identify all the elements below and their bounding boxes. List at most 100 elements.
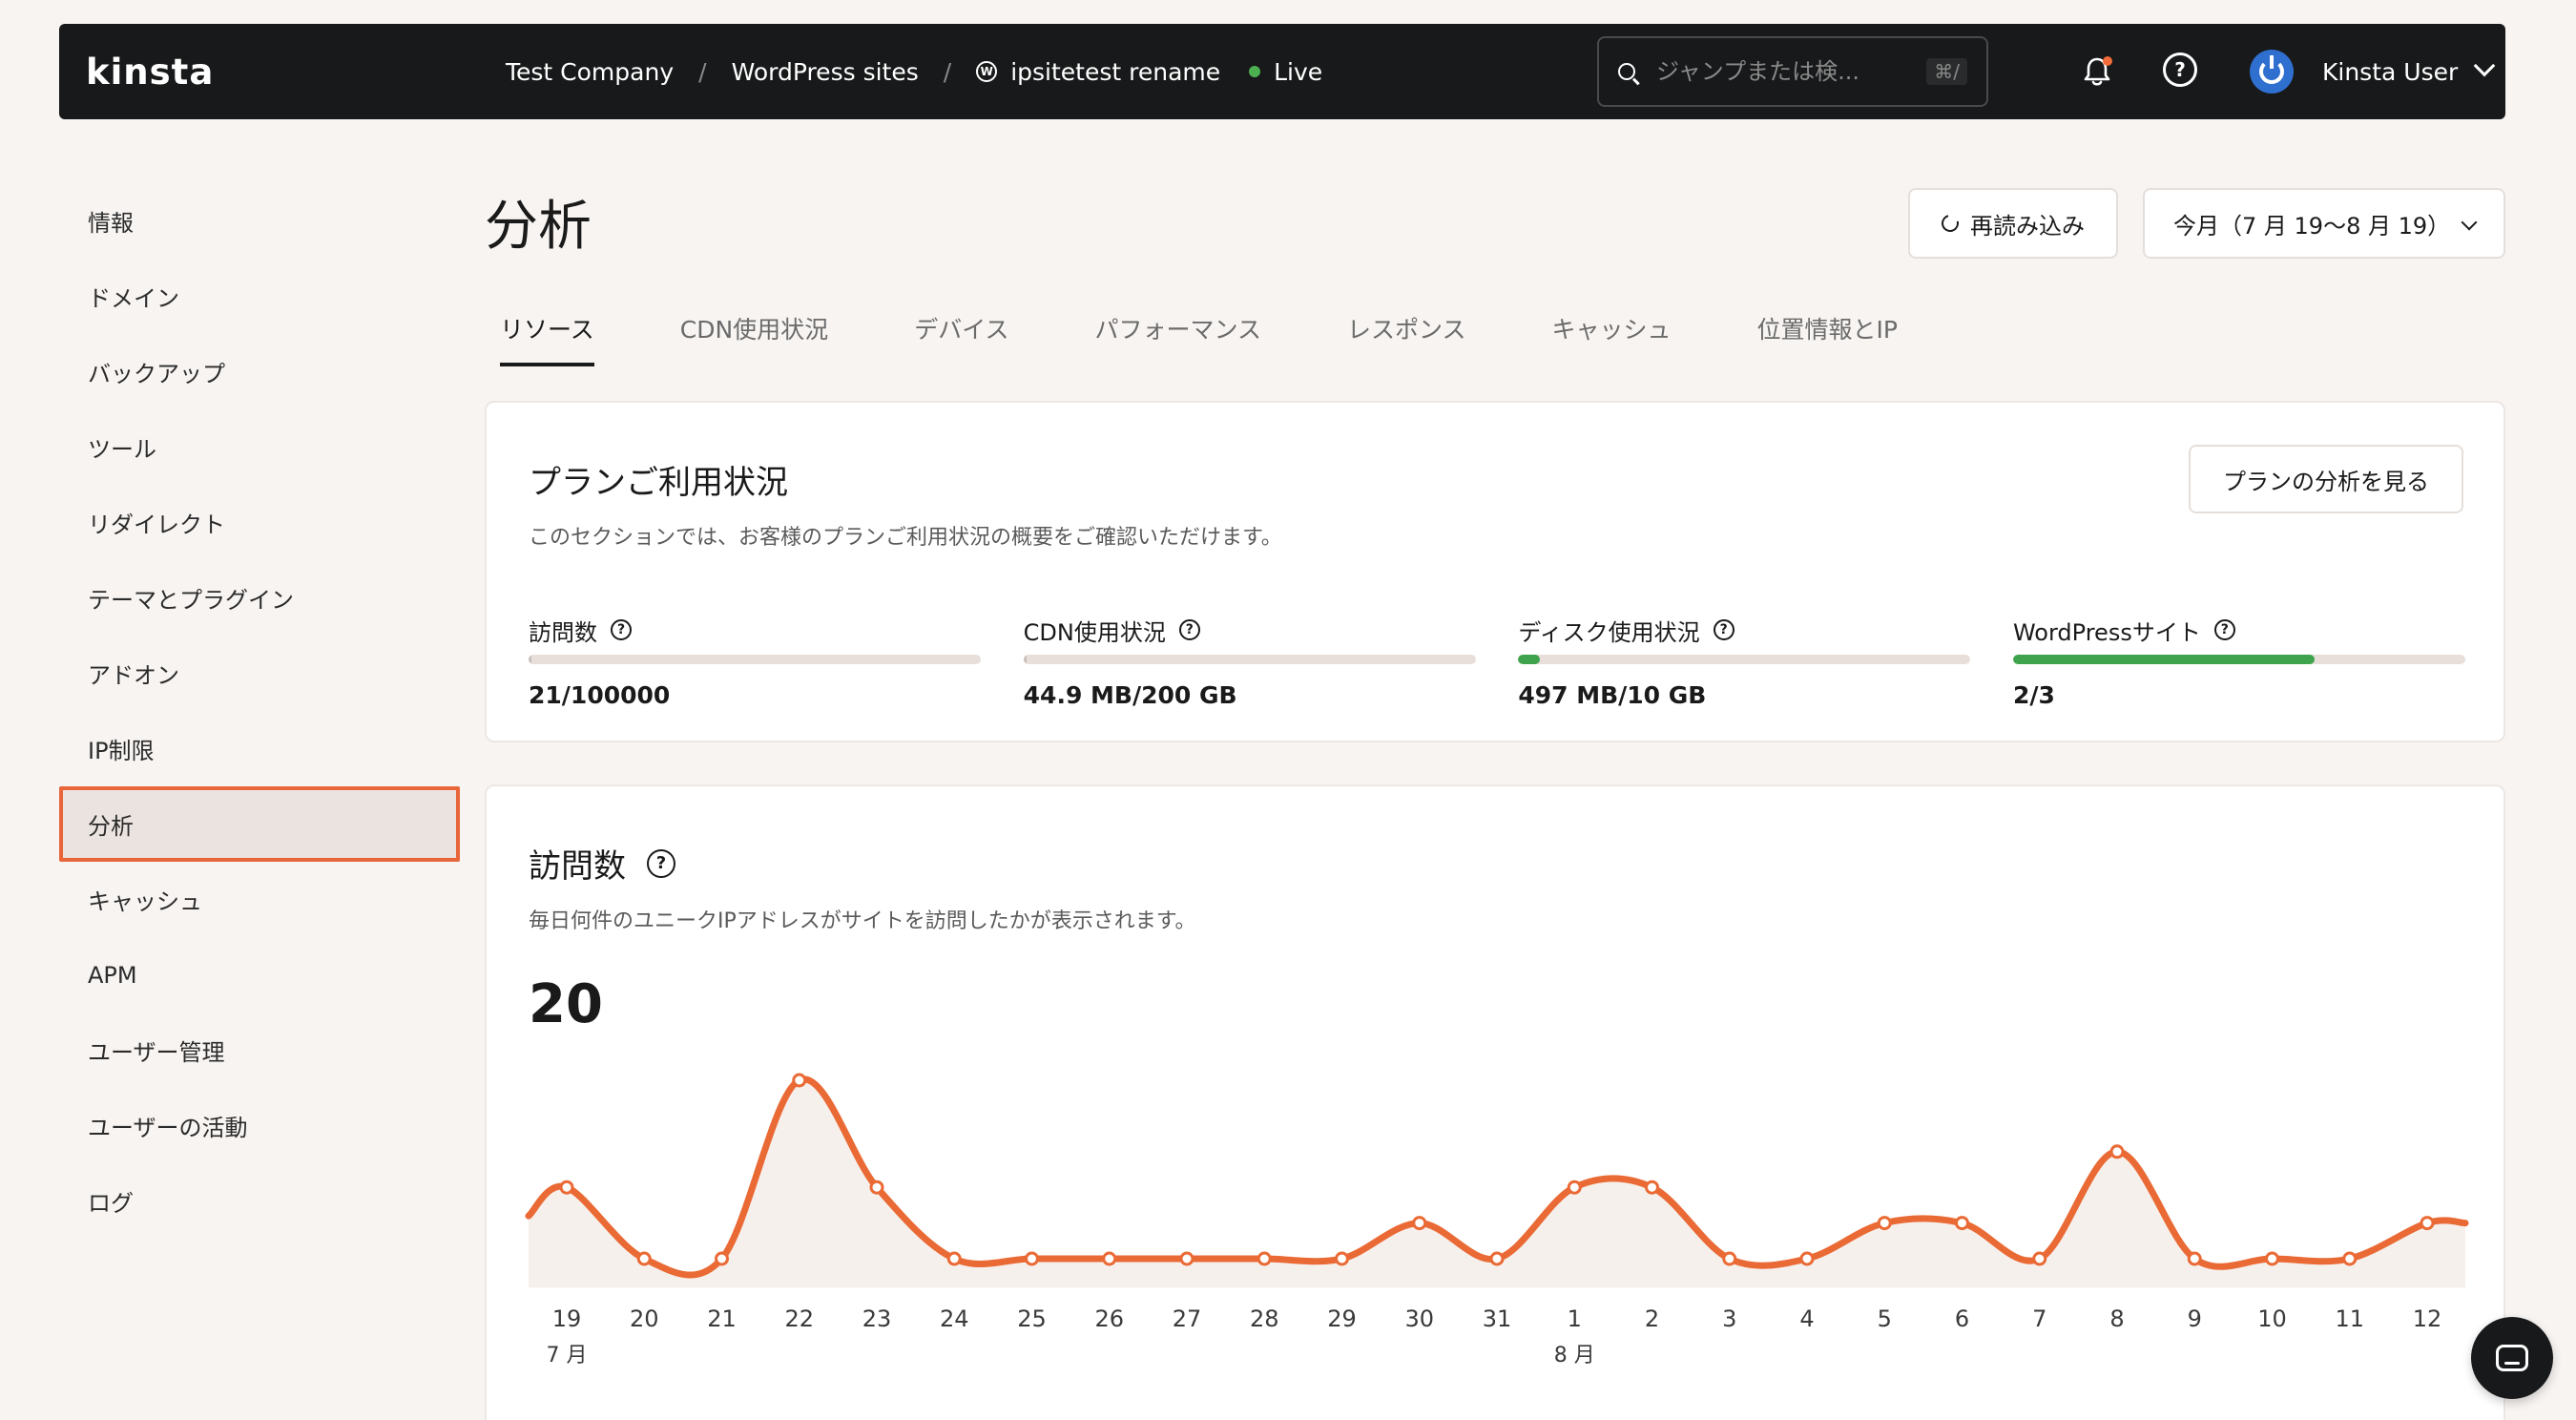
help-icon[interactable]: ? — [611, 619, 632, 640]
sidebar-item-redirects[interactable]: リダイレクト — [59, 485, 460, 560]
chart-data-point[interactable] — [1722, 1251, 1737, 1266]
search-shortcut-hint: ⌘/ — [1926, 58, 1967, 85]
wordpress-icon: W — [976, 61, 998, 82]
metric-value: 44.9 MB/200 GB — [1023, 681, 1237, 709]
tab-devices[interactable]: デバイス — [899, 303, 1024, 361]
metric-label: WordPressサイト — [2012, 618, 2201, 646]
reload-button[interactable]: 再読み込み — [1908, 188, 2118, 259]
breadcrumb-site[interactable]: ipsitetest rename — [1010, 58, 1220, 86]
x-tick-label: 30 — [1404, 1305, 1434, 1332]
chart-data-point[interactable] — [715, 1251, 729, 1266]
metric-visits: 訪問数 ? 21/100000 — [529, 611, 981, 709]
chart-data-point[interactable] — [869, 1180, 884, 1195]
metric-label: CDN使用状況 — [1023, 618, 1166, 646]
chart-data-point[interactable] — [1025, 1251, 1039, 1266]
help-icon[interactable]: ? — [647, 848, 675, 878]
avatar[interactable] — [2250, 50, 2294, 94]
chart-data-point[interactable] — [2109, 1144, 2125, 1159]
sidebar-item-themes-plugins[interactable]: テーマとプラグイン — [59, 560, 460, 636]
tab-cdn-usage[interactable]: CDN使用状況 — [665, 303, 843, 361]
chart-data-point[interactable] — [636, 1251, 652, 1266]
chart-data-point[interactable] — [1257, 1251, 1272, 1266]
breadcrumb: Test Company / WordPress sites / W ipsit… — [506, 24, 1322, 119]
visits-description: 毎日何件のユニークIPアドレスがサイトを訪問したかが表示されます。 — [529, 909, 1196, 933]
search-input[interactable] — [1656, 58, 1895, 85]
chart-data-point[interactable] — [1179, 1251, 1195, 1266]
reload-button-label: 再読み込み — [1970, 212, 2085, 240]
view-plan-analytics-button[interactable]: プランの分析を見る — [2189, 445, 2463, 513]
metric-label: 訪問数 — [529, 618, 597, 646]
chart-data-point[interactable] — [1567, 1180, 1582, 1195]
search-icon — [1618, 63, 1635, 80]
chart-data-point[interactable] — [2265, 1251, 2279, 1266]
x-tick-label: 1 — [1568, 1305, 1582, 1332]
sidebar-item-cache[interactable]: キャッシュ — [59, 862, 460, 937]
user-menu-name[interactable]: Kinsta User — [2322, 24, 2458, 119]
sidebar-item-info[interactable]: 情報 — [59, 183, 460, 259]
chart-data-point[interactable] — [1645, 1180, 1659, 1195]
chart-data-point[interactable] — [1412, 1216, 1427, 1231]
progress-bar — [1518, 655, 1971, 664]
chart-data-point[interactable] — [1489, 1251, 1505, 1266]
date-range-label: 今月（7 月 19〜8 月 19） — [2173, 212, 2451, 240]
tab-performance[interactable]: パフォーマンス — [1079, 303, 1277, 361]
sidebar-item-user-activity[interactable]: ユーザーの活動 — [59, 1088, 460, 1163]
chart-data-point[interactable] — [1955, 1216, 1969, 1231]
x-tick-label: 7 — [2032, 1305, 2046, 1332]
breadcrumb-wordpress-sites[interactable]: WordPress sites — [732, 58, 919, 86]
visits-card: 訪問数 ? 毎日何件のユニークIPアドレスがサイトを訪問したかが表示されます。 … — [485, 784, 2505, 1420]
search-box[interactable]: ⌘/ — [1597, 36, 1988, 107]
metric-cdn-usage: CDN使用状況 ? 44.9 MB/200 GB — [1023, 611, 1476, 709]
x-tick-label: 29 — [1327, 1305, 1357, 1332]
sidebar-item-backups[interactable]: バックアップ — [59, 334, 460, 409]
reload-icon — [1938, 211, 1963, 236]
x-tick-label: 10 — [2257, 1305, 2287, 1332]
top-navigation-bar: kinsta Test Company / WordPress sites / … — [59, 24, 2505, 119]
chart-data-point[interactable] — [559, 1180, 574, 1195]
breadcrumb-separator: / — [698, 57, 707, 86]
help-icon[interactable]: ? — [1178, 619, 1200, 640]
chart-data-point[interactable] — [792, 1073, 807, 1088]
chart-data-point[interactable] — [2342, 1251, 2358, 1266]
breadcrumb-company[interactable]: Test Company — [506, 58, 674, 86]
help-icon[interactable]: ? — [2213, 619, 2235, 640]
plan-usage-metrics: 訪問数 ? 21/100000 CDN使用状況 ? 44.9 MB/200 GB… — [529, 611, 2465, 709]
visits-title: 訪問数 — [529, 847, 626, 886]
chart-data-point[interactable] — [1335, 1251, 1349, 1266]
chart-data-point[interactable] — [1799, 1251, 1815, 1266]
help-icon[interactable]: ? — [1713, 619, 1735, 640]
tab-resources[interactable]: リソース — [485, 303, 610, 366]
sidebar-item-ip-deny[interactable]: IP制限 — [59, 711, 460, 786]
chart-data-point[interactable] — [2420, 1216, 2435, 1231]
chart-data-point[interactable] — [946, 1251, 962, 1266]
chevron-down-icon[interactable] — [2473, 54, 2496, 77]
sidebar-item-addons[interactable]: アドオン — [59, 636, 460, 711]
tab-response[interactable]: レスポンス — [1332, 303, 1482, 361]
chart-data-point[interactable] — [2032, 1251, 2047, 1266]
x-tick-label: 21 — [707, 1305, 737, 1332]
sidebar-item-apm[interactable]: APM — [59, 937, 460, 1013]
chart-data-point[interactable] — [1877, 1216, 1892, 1231]
site-sidebar: 情報 ドメイン バックアップ ツール リダイレクト テーマとプラグイン アドオン… — [59, 183, 460, 1239]
chart-data-point[interactable] — [1102, 1251, 1117, 1266]
sidebar-item-logs[interactable]: ログ — [59, 1163, 460, 1239]
x-tick-label: 19 — [552, 1305, 582, 1332]
notifications-button[interactable] — [2078, 52, 2116, 91]
progress-bar-fill — [1023, 655, 1027, 664]
kinsta-logo[interactable]: kinsta — [86, 48, 214, 95]
chat-support-button[interactable] — [2471, 1317, 2553, 1399]
tab-cache[interactable]: キャッシュ — [1536, 303, 1686, 361]
sidebar-item-domains[interactable]: ドメイン — [59, 259, 460, 334]
sidebar-item-user-management[interactable]: ユーザー管理 — [59, 1013, 460, 1088]
x-tick-label: 2 — [1645, 1305, 1659, 1332]
sidebar-item-tools[interactable]: ツール — [59, 409, 460, 485]
date-range-select[interactable]: 今月（7 月 19〜8 月 19） — [2143, 188, 2505, 259]
progress-bar-fill — [1518, 655, 1541, 664]
sidebar-item-analytics[interactable]: 分析 — [59, 786, 460, 862]
chart-data-point[interactable] — [2187, 1251, 2202, 1266]
x-tick-label: 24 — [940, 1305, 969, 1332]
visits-total: 20 — [529, 973, 603, 1035]
help-icon[interactable]: ? — [2163, 52, 2197, 87]
tab-geo-ip[interactable]: 位置情報とIP — [1742, 303, 1913, 361]
x-tick-label: 6 — [1955, 1305, 1969, 1332]
